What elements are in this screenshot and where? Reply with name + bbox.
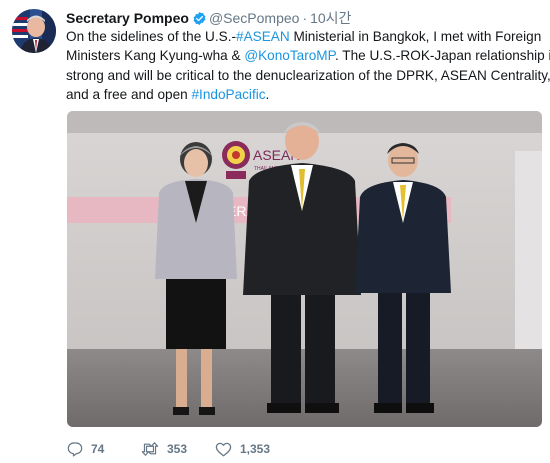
reply-count: 74 [91,442,105,456]
retweet-count: 353 [167,442,188,456]
text-segment: . [265,86,270,102]
reply-button[interactable]: 74 [67,438,104,460]
heart-icon [215,441,232,457]
text-segment: On the sidelines of the U.S.- [66,29,237,44]
avatar[interactable] [12,9,56,53]
tweet-text-line: and a free and open #IndoPacific. [66,85,538,104]
tweet-header: Secretary Pompeo @SecPompeo · 10시간 [66,8,351,28]
retweet-button[interactable]: 353 [141,438,187,460]
tweet: Secretary Pompeo @SecPompeo · 10시간 On the s… [0,0,550,463]
like-button[interactable]: 1,353 [215,438,270,460]
tweet-text-line: Ministers Kang Kyung-wha & @KonoTaroMP. … [66,46,550,65]
hashtag-asean[interactable]: #ASEAN [236,29,290,44]
timestamp[interactable]: 10시간 [310,10,351,26]
text-segment: Ministers Kang Kyung-wha & [66,48,245,64]
text-segment: and a free and open [66,86,192,102]
asean-logo [222,141,250,179]
separator-dot: · [302,10,308,26]
like-count: 1,353 [240,442,271,456]
text-segment: strong and will be critical to the denuc… [66,67,550,83]
hashtag-indopacific[interactable]: #IndoPacific [191,87,265,102]
text-segment: Ministerial in Bangkok, I met with Forei… [289,29,542,44]
reply-icon [67,441,83,457]
tweet-text: On the sidelines of the U.S.-#ASEAN Mini… [66,27,550,104]
tweet-text-line: On the sidelines of the U.S.-#ASEAN Mini… [66,27,541,46]
mention-konotaromp[interactable]: @KonoTaroMP [244,48,335,63]
tweet-text-line: strong and will be critical to the denuc… [66,66,550,85]
tweet-photo[interactable]: ASEAN THAILAND 2019 ERA [67,111,542,427]
retweet-icon [141,441,159,457]
handle[interactable]: @SecPompeo [209,10,299,26]
display-name[interactable]: Secretary Pompeo [66,10,189,26]
text-segment: . The U.S.-ROK-Japan relationship is [334,48,550,64]
